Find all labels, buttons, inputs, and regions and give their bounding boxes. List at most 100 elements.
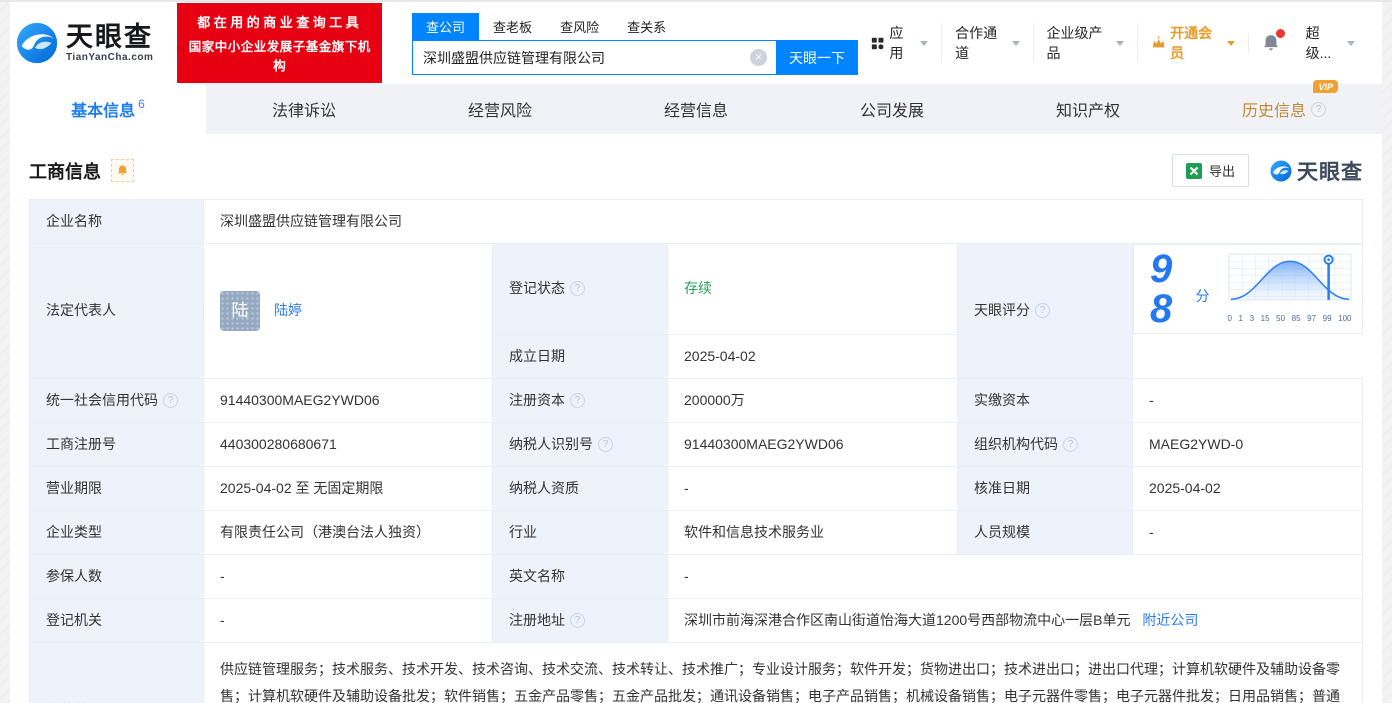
establish-date-value: 2025-04-02 <box>668 334 958 378</box>
approval-date-label: 核准日期 <box>958 466 1133 510</box>
industry-value: 软件和信息技术服务业 <box>668 510 958 554</box>
english-name-value: - <box>668 554 1363 598</box>
tab-operation-risk[interactable]: 经营风险 <box>402 84 598 134</box>
reg-address-value: 深圳市前海深港合作区南山街道怡海大道1200号西部物流中心一层B单元 <box>684 612 1130 628</box>
company-tabbar: 基本信息 6 法律诉讼 经营风险 经营信息 公司发展 知识产权 历史信息 VIP… <box>10 84 1382 134</box>
score-unit: 分 <box>1196 286 1210 307</box>
business-term-value: 2025-04-02 至 无固定期限 <box>204 466 493 510</box>
tianyancha-logo-icon <box>14 20 60 66</box>
monitor-bell-button[interactable] <box>111 159 134 182</box>
slogan-line2: 国家中小企业发展子基金旗下机构 <box>187 36 372 74</box>
credit-code-label: 统一社会信用代码 <box>46 390 158 411</box>
table-row: 统一社会信用代码? 91440300MAEG2YWD06 注册资本? 20000… <box>30 378 1363 422</box>
reg-authority-label: 登记机关 <box>30 598 204 642</box>
taxpayer-id-label: 纳税人识别号 <box>509 434 593 455</box>
legal-rep-link[interactable]: 陆婷 <box>274 300 302 321</box>
company-type-label: 企业类型 <box>30 510 204 554</box>
search-tabs: 查公司 查老板 查风险 查关系 <box>412 13 858 40</box>
tab-business-info[interactable]: 经营信息 <box>598 84 794 134</box>
slogan-banner: 都在用的商业查询工具 国家中小企业发展子基金旗下机构 <box>177 3 382 83</box>
brand-name: 天眼查 <box>66 23 153 53</box>
header-nav: 应用 合作通道 企业级产品 开通会员 <box>858 23 1382 63</box>
establish-date-label: 成立日期 <box>493 334 668 378</box>
tab-company-development[interactable]: 公司发展 <box>794 84 990 134</box>
staff-size-label: 人员规模 <box>958 510 1133 554</box>
help-icon[interactable]: ? <box>1063 437 1078 452</box>
approval-date-value: 2025-04-02 <box>1133 466 1363 510</box>
paid-capital-value: - <box>1133 378 1363 422</box>
tianyancha-logo[interactable]: 天眼查 TianYanCha.com <box>14 20 153 66</box>
search-tab-boss[interactable]: 查老板 <box>479 13 546 40</box>
search-tab-relation[interactable]: 查关系 <box>613 13 680 40</box>
section-header: 工商信息 导出 <box>29 154 1363 187</box>
export-button[interactable]: 导出 <box>1172 154 1249 187</box>
notification-bell[interactable] <box>1248 33 1293 53</box>
company-type-value: 有限责任公司（港澳台法人独资） <box>204 510 493 554</box>
taxpayer-id-value: 91440300MAEG2YWD06 <box>668 422 958 466</box>
chevron-down-icon <box>920 41 928 46</box>
credit-code-value: 91440300MAEG2YWD06 <box>204 378 493 422</box>
score-distribution-chart: 01 315 5085 9799 100 <box>1228 253 1352 325</box>
help-icon[interactable]: ? <box>570 613 585 628</box>
score-axis-ticks: 01 315 5085 9799 100 <box>1228 313 1352 325</box>
nearby-companies-link[interactable]: 附近公司 <box>1142 612 1198 628</box>
tab-history-info[interactable]: 历史信息 VIP ? <box>1186 84 1382 134</box>
search-tab-risk[interactable]: 查风险 <box>546 13 613 40</box>
chevron-down-icon <box>1116 41 1124 46</box>
notification-dot <box>1276 29 1285 38</box>
industry-label: 行业 <box>493 510 668 554</box>
site-header: 天眼查 TianYanCha.com 都在用的商业查询工具 国家中小企业发展子基… <box>10 2 1382 84</box>
help-icon[interactable]: ? <box>1311 102 1326 117</box>
help-icon[interactable]: ? <box>570 281 585 296</box>
reg-number-label: 工商注册号 <box>30 422 204 466</box>
brand-domain: TianYanCha.com <box>66 52 153 63</box>
crown-icon <box>1151 35 1166 52</box>
clear-icon[interactable]: × <box>750 49 767 66</box>
insured-count-label: 参保人数 <box>30 554 204 598</box>
help-icon[interactable]: ? <box>598 437 613 452</box>
insured-count-value: - <box>204 554 493 598</box>
table-row: 法定代表人 陆 陆婷 登记状态? 存续 天眼评分? 98 分 <box>30 244 1363 335</box>
nav-open-vip[interactable]: 开通会员 <box>1137 23 1248 63</box>
tab-intellectual-property[interactable]: 知识产权 <box>990 84 1186 134</box>
tianyancha-watermark: 天眼查 <box>1269 156 1363 186</box>
reg-number-value: 440300280680671 <box>204 422 493 466</box>
taxpayer-quality-value: - <box>668 466 958 510</box>
nav-apps[interactable]: 应用 <box>858 23 941 63</box>
reg-status-value: 存续 <box>668 244 958 335</box>
org-code-label: 组织机构代码 <box>974 434 1058 455</box>
search-input[interactable] <box>412 40 776 75</box>
help-icon[interactable]: ? <box>163 393 178 408</box>
slogan-line1: 都在用的商业查询工具 <box>187 12 372 31</box>
table-row: 经营范围? 供应链管理服务；技术服务、技术开发、技术咨询、技术交流、技术转让、技… <box>30 642 1363 703</box>
search-module: 查公司 查老板 查风险 查关系 × 天眼一下 <box>412 13 858 75</box>
search-button[interactable]: 天眼一下 <box>776 40 858 75</box>
help-icon[interactable]: ? <box>1035 303 1050 318</box>
nav-user-menu[interactable]: 超级... <box>1293 23 1368 63</box>
staff-size-value: - <box>1133 510 1363 554</box>
section-title: 工商信息 <box>29 158 101 184</box>
tab-legal-litigation[interactable]: 法律诉讼 <box>206 84 402 134</box>
excel-icon <box>1186 163 1202 179</box>
bell-icon <box>116 164 129 177</box>
nav-enterprise-products[interactable]: 企业级产品 <box>1033 23 1137 63</box>
legal-rep-label: 法定代表人 <box>30 244 204 379</box>
reg-capital-value: 200000万 <box>668 378 958 422</box>
business-term-label: 营业期限 <box>30 466 204 510</box>
reg-address-label: 注册地址 <box>509 610 565 631</box>
table-row: 营业期限 2025-04-02 至 无固定期限 纳税人资质 - 核准日期 202… <box>30 466 1363 510</box>
score-label: 天眼评分 <box>974 300 1030 321</box>
english-name-label: 英文名称 <box>493 554 668 598</box>
score-value: 98 <box>1150 249 1193 329</box>
business-scope-value: 供应链管理服务；技术服务、技术开发、技术咨询、技术交流、技术转让、技术推广；专业… <box>204 642 1363 703</box>
table-row: 企业类型 有限责任公司（港澳台法人独资） 行业 软件和信息技术服务业 人员规模 … <box>30 510 1363 554</box>
table-row: 登记机关 - 注册地址? 深圳市前海深港合作区南山街道怡海大道1200号西部物流… <box>30 598 1363 642</box>
nav-cooperation[interactable]: 合作通道 <box>941 23 1032 63</box>
reg-authority-value: - <box>204 598 493 642</box>
help-icon[interactable]: ? <box>570 393 585 408</box>
avatar[interactable]: 陆 <box>220 291 260 331</box>
table-row: 参保人数 - 英文名称 - <box>30 554 1363 598</box>
search-tab-company[interactable]: 查公司 <box>412 13 479 40</box>
tab-basic-info[interactable]: 基本信息 6 <box>10 84 206 134</box>
table-row: 工商注册号 440300280680671 纳税人识别号? 91440300MA… <box>30 422 1363 466</box>
